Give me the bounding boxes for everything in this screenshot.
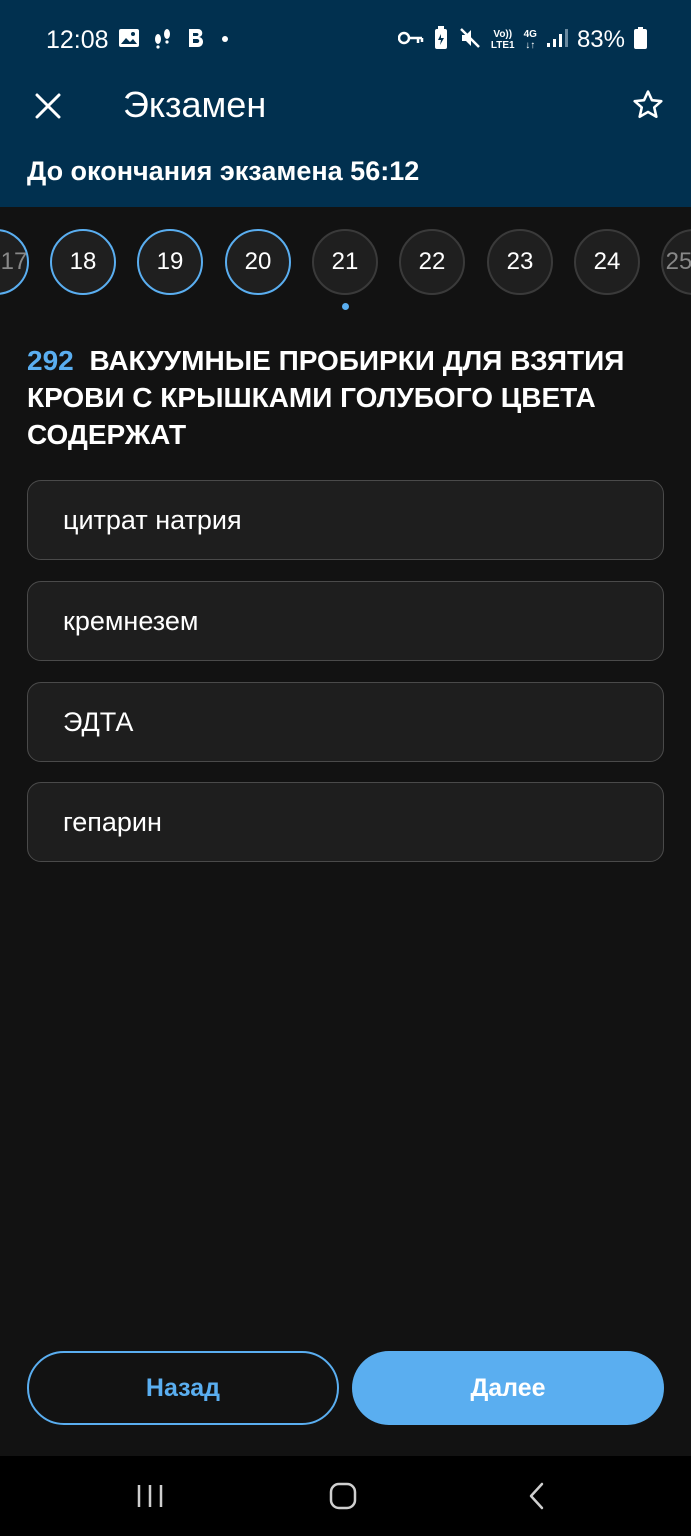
volte-indicator: Vo)) LTE1	[490, 29, 515, 51]
home-icon	[329, 1482, 357, 1510]
network-type: 4G ↓↑	[523, 29, 537, 51]
answer-option-label: ЭДТА	[63, 706, 134, 737]
question-number-22[interactable]: 22	[399, 229, 465, 295]
question-number-19[interactable]: 19	[137, 229, 203, 295]
battery-percent: 83%	[576, 26, 625, 53]
answer-option-label: цитрат натрия	[63, 504, 242, 535]
question-number-20[interactable]: 20	[225, 229, 291, 295]
current-question-indicator	[342, 303, 349, 310]
recent-apps-icon	[137, 1485, 163, 1507]
question-number-partial-right[interactable]: 25	[661, 229, 691, 295]
answer-option[interactable]: гепарин	[27, 782, 664, 862]
back-button[interactable]: Назад	[27, 1351, 339, 1425]
question-number-18[interactable]: 18	[50, 229, 116, 295]
back-arrow-icon	[529, 1482, 544, 1510]
star-icon	[633, 90, 663, 119]
back-nav-button[interactable]	[512, 1474, 562, 1518]
close-button[interactable]	[28, 86, 68, 126]
answer-option[interactable]: ЭДТА	[27, 682, 664, 762]
question-number-partial-left[interactable]: 17	[0, 229, 29, 295]
mute-icon	[458, 26, 482, 55]
page-title: Экзамен	[123, 84, 267, 125]
question-text: ВАКУУМНЫЕ ПРОБИРКИ ДЛЯ ВЗЯТИЯ КРОВИ С КР…	[27, 345, 625, 450]
answer-option[interactable]: кремнезем	[27, 581, 664, 661]
app-bar: Экзамен До окончания экзамена 56:12	[0, 80, 691, 207]
battery-saver-icon	[433, 25, 449, 55]
dot-icon	[220, 31, 230, 49]
close-icon	[35, 93, 61, 119]
question-number: 292	[27, 345, 74, 376]
system-nav-bar	[0, 1456, 691, 1536]
exam-timer: До окончания экзамена 56:12	[27, 156, 420, 186]
status-right-icons: Vo)) LTE1 4G ↓↑ 83%	[397, 25, 647, 55]
favorite-button[interactable]	[627, 84, 669, 126]
status-bar: 12:08 Vo)) LTE1 4G ↓↑ 83%	[0, 0, 691, 80]
question-number-strip[interactable]: 17 18 19 20 21 22 23 24 25	[0, 207, 691, 312]
answer-option-label: гепарин	[63, 806, 162, 837]
next-button[interactable]: Далее	[352, 1351, 664, 1425]
recent-apps-button[interactable]	[125, 1474, 175, 1518]
image-icon	[118, 28, 140, 53]
status-left-icons	[118, 26, 230, 54]
signal-icon	[546, 28, 568, 53]
answer-option[interactable]: цитрат натрия	[27, 480, 664, 560]
question-number-23[interactable]: 23	[487, 229, 553, 295]
key-icon	[397, 30, 424, 51]
status-time: 12:08	[46, 26, 109, 54]
answer-option-label: кремнезем	[63, 605, 199, 636]
question-number-21-current[interactable]: 21	[312, 229, 378, 295]
app-b-icon	[186, 27, 208, 54]
question-number-24[interactable]: 24	[574, 229, 640, 295]
question-text-block: 292 ВАКУУМНЫЕ ПРОБИРКИ ДЛЯ ВЗЯТИЯ КРОВИ …	[27, 342, 647, 453]
home-button[interactable]	[318, 1474, 368, 1518]
battery-icon	[634, 26, 647, 54]
walk-icon	[152, 27, 174, 54]
